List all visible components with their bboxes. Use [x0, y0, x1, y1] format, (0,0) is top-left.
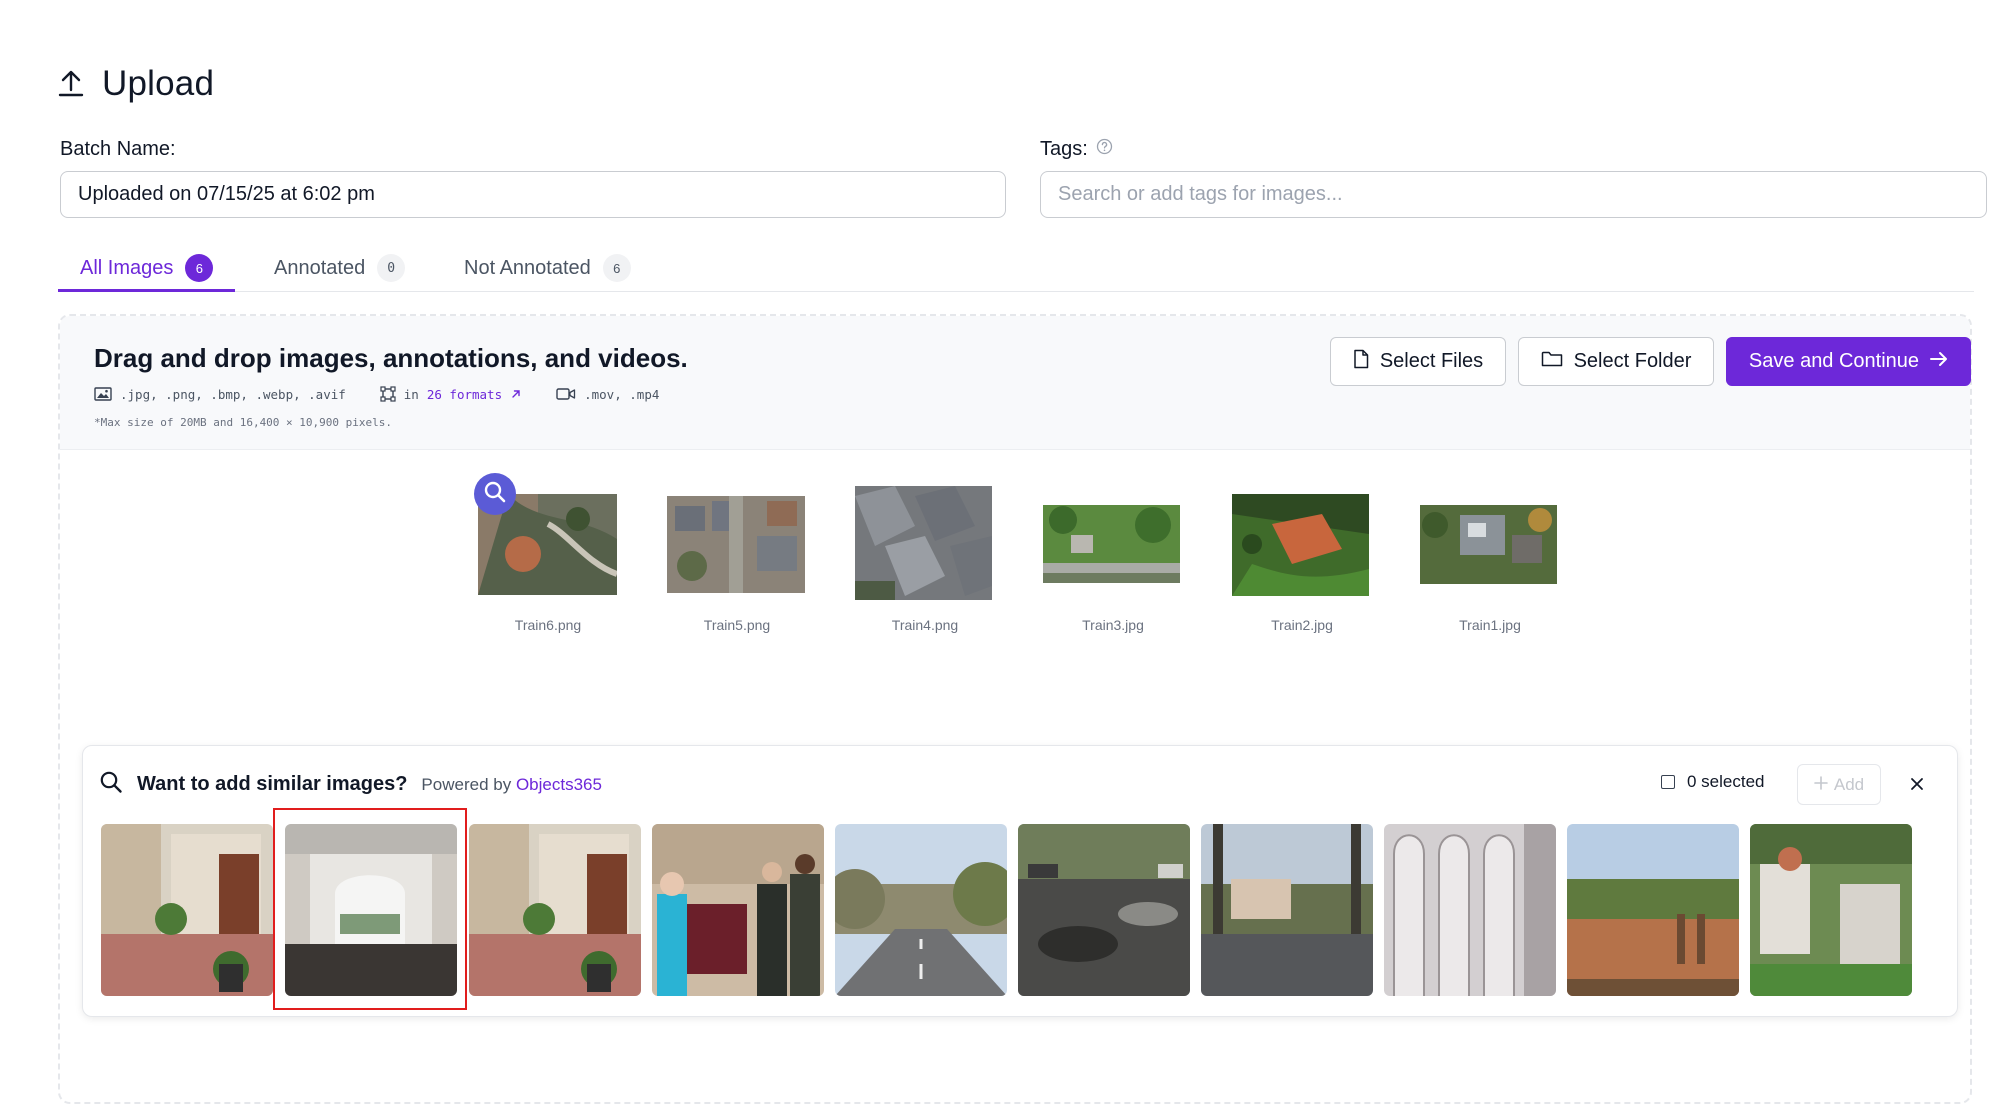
image-tabs: All Images 6 Annotated 0 Not Annotated 6 [58, 245, 1974, 292]
similar-images-panel: Want to add similar images? Powered by O… [82, 745, 1958, 1017]
thumbnail-filename: Train5.png [703, 617, 771, 633]
thumbnail-filename: Train1.jpg [1459, 617, 1521, 633]
selected-count: 0 selected [1687, 772, 1765, 791]
select-folder-button[interactable]: Select Folder [1518, 337, 1714, 386]
similar-image[interactable] [1384, 824, 1556, 996]
zoom-badge[interactable] [474, 473, 516, 515]
batch-name-label: Batch Name: [60, 138, 176, 160]
upload-thumbnail[interactable]: Train4.png [855, 486, 995, 640]
thumbnail-filename: Train2.jpg [1271, 617, 1333, 633]
similar-image[interactable] [101, 824, 273, 996]
file-icon [1353, 349, 1369, 375]
plus-icon [1814, 775, 1828, 795]
tags-label: Tags: [1040, 138, 1113, 161]
image-formats: .jpg, .png, .bmp, .webp, .avif [94, 387, 346, 402]
select-checkbox[interactable] [1661, 775, 1675, 789]
selected-image-highlight [273, 808, 467, 1010]
similar-image[interactable] [469, 824, 641, 996]
batch-name-input[interactable] [60, 171, 1006, 218]
similar-image[interactable] [1750, 824, 1912, 996]
thumbnail-filename: Train4.png [891, 617, 959, 633]
objects365-link[interactable]: Objects365 [516, 775, 602, 794]
tab-all-images[interactable]: All Images 6 [58, 245, 236, 292]
similar-image[interactable] [1018, 824, 1190, 996]
dropzone-header: Drag and drop images, annotations, and v… [60, 316, 1971, 450]
similar-image[interactable] [835, 824, 1007, 996]
similar-images-header: Want to add similar images? Powered by O… [99, 770, 602, 799]
thumbnail-image [1232, 494, 1369, 596]
arrow-right-icon [1930, 350, 1948, 373]
video-formats: .mov, .mp4 [556, 387, 659, 402]
supported-formats: .jpg, .png, .bmp, .webp, .avif in 26 for… [94, 386, 693, 402]
thumbnail-image [1420, 505, 1557, 584]
upload-thumbnail[interactable]: Train5.png [667, 490, 807, 640]
annotation-formats: in 26 formats [380, 386, 522, 402]
folder-icon [1541, 350, 1563, 374]
powered-by: Powered by Objects365 [421, 774, 602, 794]
add-similar-button[interactable]: Add [1797, 764, 1881, 805]
external-link-icon[interactable] [510, 388, 522, 400]
max-size-note: *Max size of 20MB and 16,400 × 10,900 pi… [94, 416, 393, 429]
page-header: Upload [58, 64, 214, 104]
formats-link[interactable]: 26 formats [427, 387, 502, 402]
tab-count-badge: 0 [377, 254, 406, 282]
upload-icon [58, 70, 84, 98]
save-continue-button[interactable]: Save and Continue [1726, 337, 1971, 386]
thumbnail-image [1043, 505, 1180, 583]
select-files-button[interactable]: Select Files [1330, 337, 1506, 386]
similar-image[interactable] [652, 824, 824, 996]
thumbnail-filename: Train3.jpg [1082, 617, 1144, 633]
similar-image[interactable] [1567, 824, 1739, 996]
tags-input[interactable] [1040, 171, 1987, 218]
image-icon [94, 387, 112, 401]
thumbnail-image [667, 496, 805, 593]
search-icon [483, 480, 507, 509]
upload-thumbnail[interactable]: Train1.jpg [1420, 490, 1560, 640]
tab-count-badge: 6 [602, 254, 631, 282]
thumbnail-image [855, 486, 992, 600]
page-title: Upload [102, 64, 215, 103]
search-icon [99, 770, 123, 799]
upload-thumbnail[interactable]: Train2.jpg [1232, 490, 1372, 640]
tab-count-badge: 6 [185, 254, 214, 282]
help-icon[interactable] [1096, 138, 1113, 161]
upload-thumbnail[interactable]: Train3.jpg [1043, 490, 1183, 640]
tab-not-annotated[interactable]: Not Annotated 6 [464, 245, 631, 291]
thumbnail-filename: Train6.png [514, 617, 582, 633]
dropzone-title: Drag and drop images, annotations, and v… [94, 343, 688, 373]
select-all-toggle[interactable]: 0 selected [1661, 772, 1765, 792]
video-icon [556, 387, 576, 401]
bounding-box-icon [380, 386, 396, 402]
similar-images-question: Want to add similar images? [137, 773, 408, 795]
close-icon[interactable] [1905, 772, 1929, 796]
tab-annotated[interactable]: Annotated 0 [274, 245, 406, 291]
similar-image[interactable] [1201, 824, 1373, 996]
